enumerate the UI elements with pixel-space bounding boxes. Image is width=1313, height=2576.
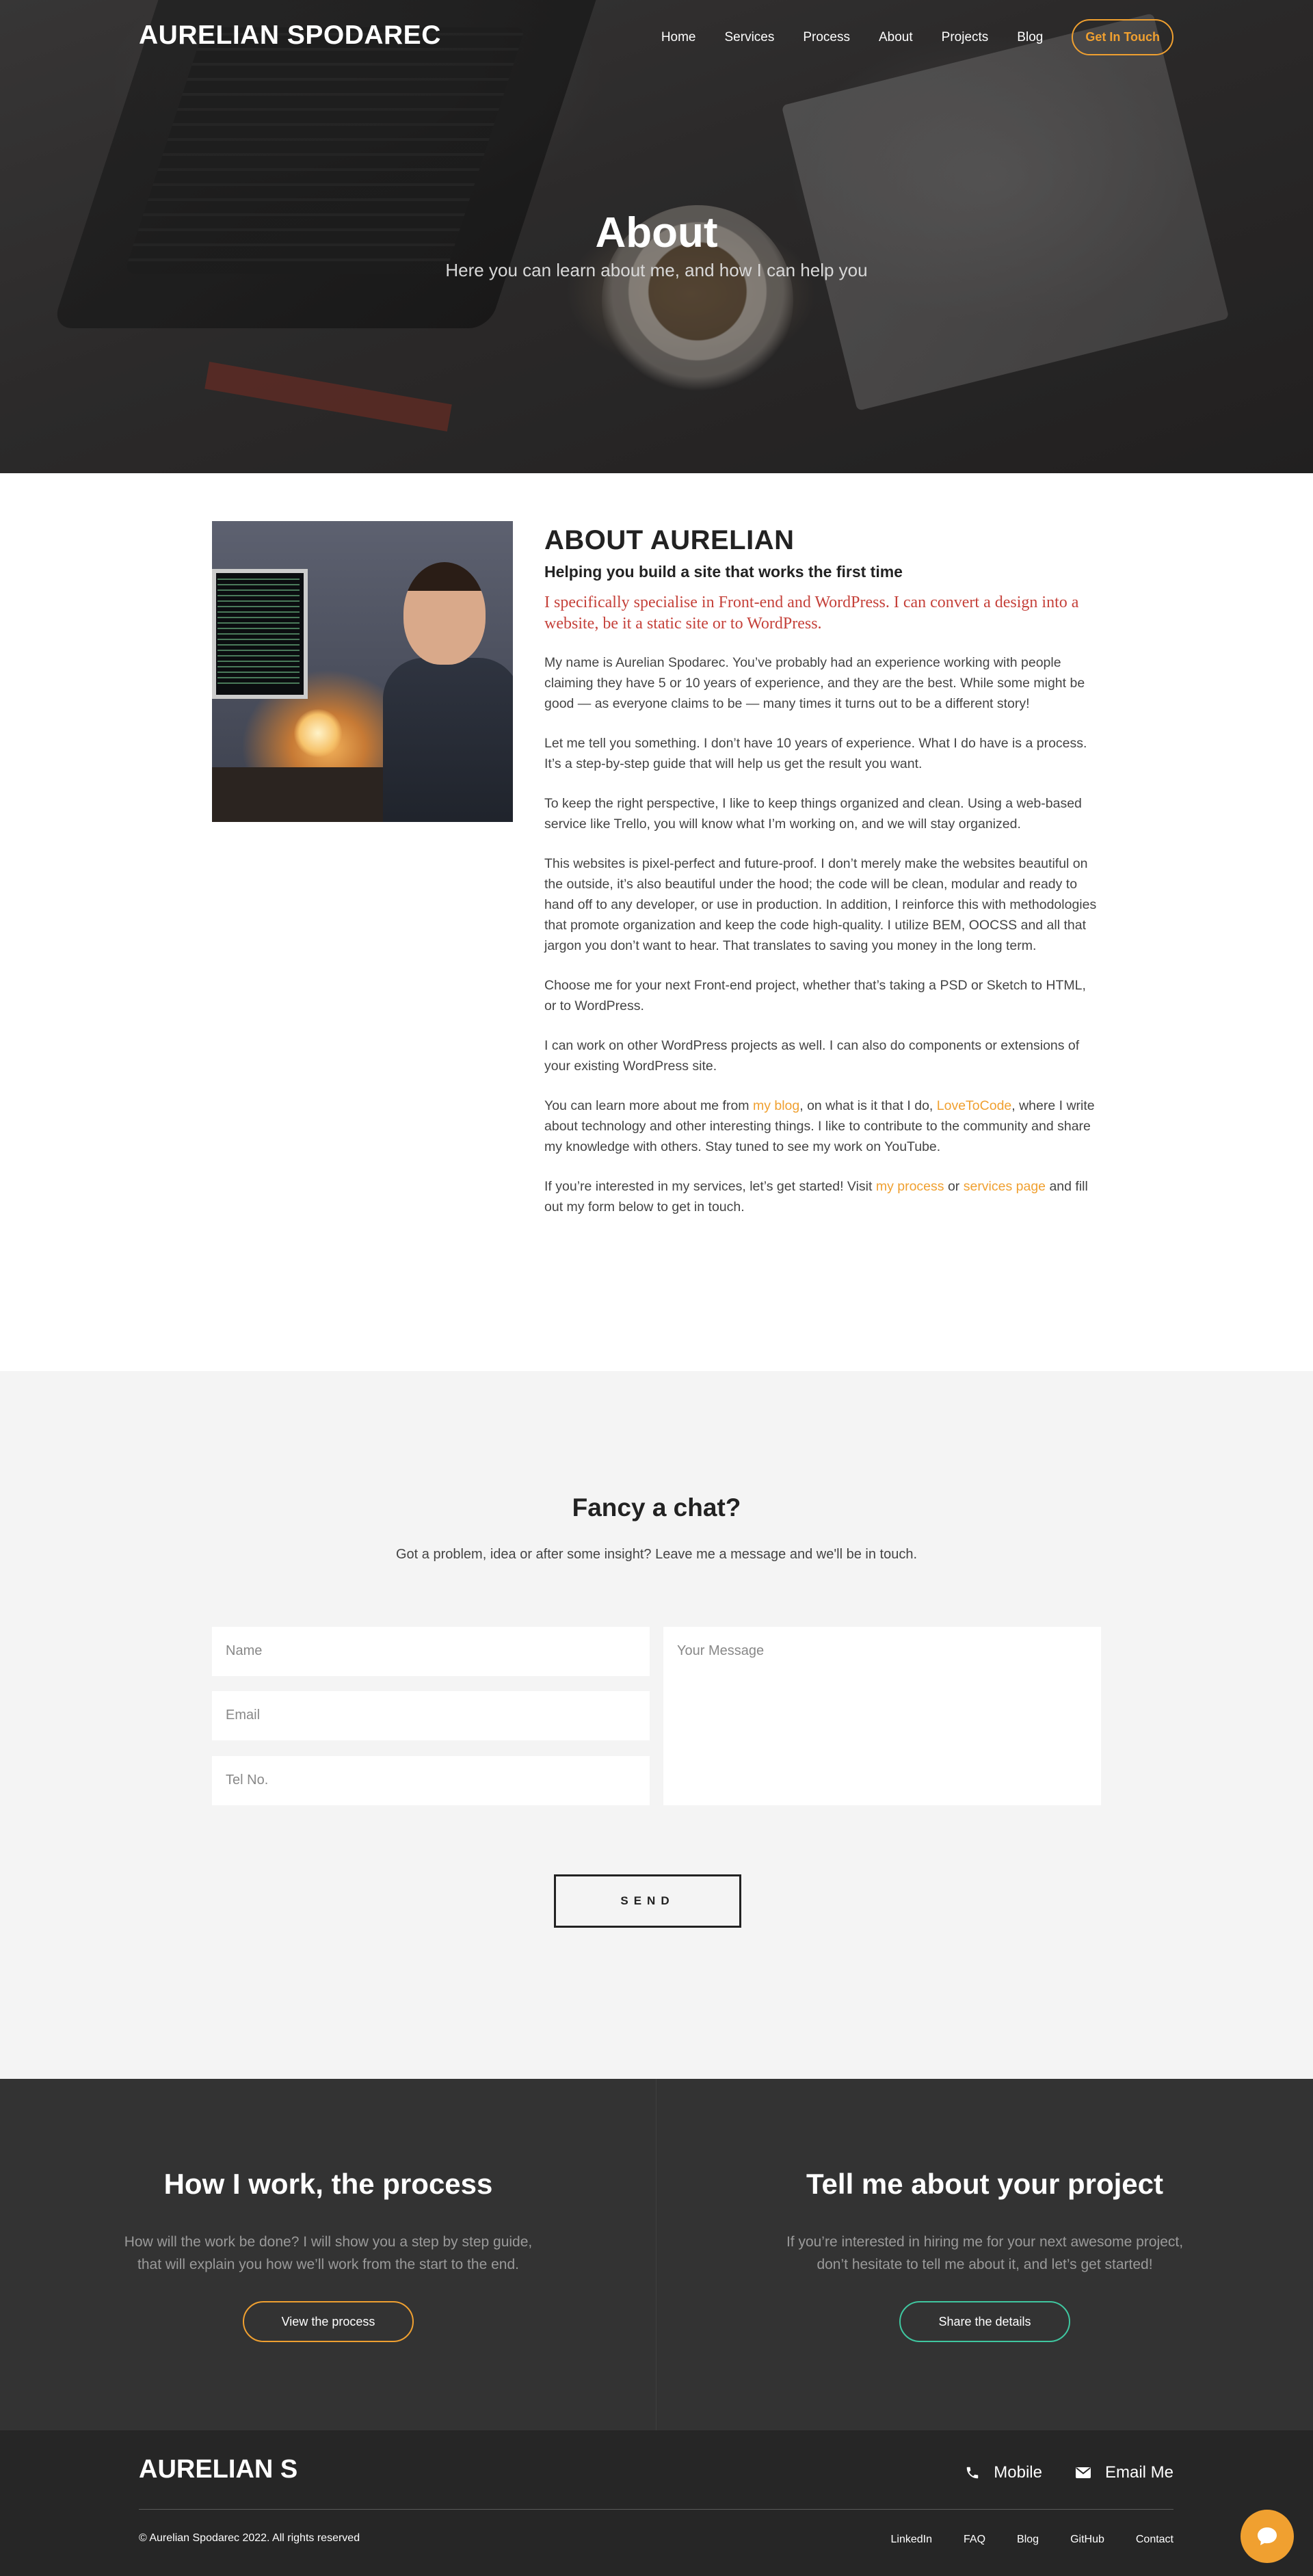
about-paragraph-8-text-a: If you’re interested in my services, let… — [544, 1179, 876, 1194]
footer-link-contact[interactable]: Contact — [1104, 2532, 1173, 2546]
my-blog-link[interactable]: my blog — [753, 1098, 799, 1113]
about-paragraph-7: You can learn more about me from my blog… — [544, 1096, 1101, 1157]
mobile-label: Mobile — [994, 2463, 1042, 2482]
mobile-link[interactable]: Mobile — [965, 2463, 1042, 2482]
about-paragraph-3: To keep the right perspective, I like to… — [544, 796, 1082, 832]
project-cta-text: If you’re interested in hiring me for yo… — [656, 2231, 1313, 2276]
photo-person-head — [403, 562, 486, 665]
photo-lamp — [294, 709, 342, 757]
email-link[interactable]: Email Me — [1075, 2463, 1173, 2482]
about-paragraph-1: My name is Aurelian Spodarec. You’ve pro… — [544, 655, 1085, 711]
process-cta-text-line-1: How will the work be done? I will show y… — [124, 2234, 533, 2250]
profile-photo — [212, 521, 513, 822]
footer-link-blog[interactable]: Blog — [985, 2532, 1039, 2546]
get-in-touch-button[interactable]: Get In Touch — [1072, 19, 1173, 55]
contact-intro: Got a problem, idea or after some insigh… — [395, 1547, 918, 1562]
chat-bubble-icon — [1258, 2527, 1277, 2545]
about-paragraph-2: Let me tell you something. I don’t have … — [544, 736, 1087, 771]
footer-link-linkedin-label[interactable]: LinkedIn — [891, 2534, 933, 2545]
process-cta-title: How I work, the process — [163, 2168, 493, 2200]
chat-widget-button[interactable] — [1241, 2510, 1294, 2563]
about-paragraph-4: This websites is pixel-perfect and futur… — [544, 856, 1097, 953]
footer-link-faq-label[interactable]: FAQ — [964, 2534, 985, 2545]
nav-about[interactable]: About — [879, 30, 913, 45]
about-paragraph-8-text-b: or — [944, 1179, 964, 1194]
about-paragraph-5: Choose me for your next Front-end projec… — [544, 978, 1086, 1013]
email-input[interactable]: Email — [212, 1691, 650, 1740]
about-content: ABOUT AURELIAN Helping you build a site … — [544, 525, 1101, 1217]
nav-blog[interactable]: Blog — [1017, 30, 1043, 45]
footer-link-linkedin[interactable]: LinkedIn — [860, 2532, 933, 2546]
footer-divider — [139, 2509, 1173, 2510]
hero-section: AURELIAN SPODAREC Home Services Process … — [0, 0, 1313, 473]
cta-band: How I work, the process How will the wor… — [0, 2079, 1313, 2430]
site-footer: AURELIAN S Mobile Email Me © Aurelian Sp… — [0, 2430, 1313, 2576]
footer-links: LinkedIn FAQ Blog GitHub Contact — [860, 2532, 1173, 2546]
process-cta: How I work, the process How will the wor… — [0, 2079, 656, 2430]
about-paragraph-6: I can work on other WordPress projects a… — [544, 1038, 1080, 1074]
project-cta-title: Tell me about your project — [806, 2168, 1163, 2200]
footer-logo[interactable]: AURELIAN S — [139, 2455, 297, 2484]
message-textarea[interactable]: Your Message — [663, 1627, 1101, 1805]
my-process-link[interactable]: my process — [876, 1179, 944, 1194]
share-details-button[interactable]: Share the details — [899, 2301, 1070, 2342]
nav-services[interactable]: Services — [725, 30, 775, 45]
footer-link-blog-label[interactable]: Blog — [1017, 2534, 1039, 2545]
page-title: About — [595, 209, 718, 256]
nav-projects[interactable]: Projects — [942, 30, 989, 45]
send-button[interactable]: SEND — [554, 1874, 741, 1928]
footer-contact-links: Mobile Email Me — [932, 2463, 1173, 2482]
copyright: © Aurelian Spodarec 2022. All rights res… — [139, 2532, 360, 2544]
envelope-icon — [1075, 2467, 1091, 2478]
phone-icon — [967, 2467, 979, 2479]
name-input[interactable]: Name — [212, 1627, 650, 1676]
project-cta-text-line-1: If you’re interested in hiring me for yo… — [786, 2234, 1184, 2250]
contact-section: Fancy a chat? Got a problem, idea or aft… — [0, 1371, 1313, 2079]
footer-link-faq[interactable]: FAQ — [932, 2532, 985, 2546]
project-cta: Tell me about your project If you’re int… — [656, 2079, 1313, 2430]
process-cta-text: How will the work be done? I will show y… — [0, 2231, 656, 2276]
footer-link-contact-label[interactable]: Contact — [1136, 2534, 1173, 2545]
about-paragraph-7-text-a: You can learn more about me from — [544, 1098, 753, 1113]
site-logo[interactable]: AURELIAN SPODAREC — [139, 21, 441, 51]
page-subtitle: Here you can learn about me, and how I c… — [445, 260, 868, 280]
services-page-link[interactable]: services page — [964, 1179, 1046, 1194]
lovetocode-link[interactable]: LoveToCode — [937, 1098, 1012, 1113]
nav-home[interactable]: Home — [661, 30, 696, 45]
email-label: Email Me — [1104, 2463, 1173, 2482]
photo-monitor-code — [217, 579, 300, 688]
photo-person — [383, 555, 513, 822]
project-cta-text-line-2: don’t hesitate to tell me about it, and … — [817, 2257, 1153, 2272]
about-lead: I specifically specialise in Front-end a… — [544, 594, 1079, 633]
tel-input[interactable]: Tel No. — [212, 1756, 650, 1805]
footer-link-github-label[interactable]: GitHub — [1070, 2534, 1104, 2545]
about-paragraph-8: If you’re interested in my services, let… — [544, 1176, 1101, 1217]
contact-title: Fancy a chat? — [572, 1493, 741, 1522]
about-heading: ABOUT AURELIAN — [544, 525, 795, 555]
photo-person-body — [383, 658, 513, 822]
nav-process[interactable]: Process — [803, 30, 850, 45]
view-process-button[interactable]: View the process — [243, 2301, 414, 2342]
main-nav: Home Services Process About Projects Blo… — [633, 19, 1173, 55]
about-paragraph-7-text-b: , on what is it that I do, — [799, 1098, 937, 1113]
about-subheading: Helping you build a site that works the … — [544, 563, 903, 581]
footer-link-github[interactable]: GitHub — [1039, 2532, 1104, 2546]
process-cta-text-line-2: that will explain you how we’ll work fro… — [137, 2257, 519, 2272]
